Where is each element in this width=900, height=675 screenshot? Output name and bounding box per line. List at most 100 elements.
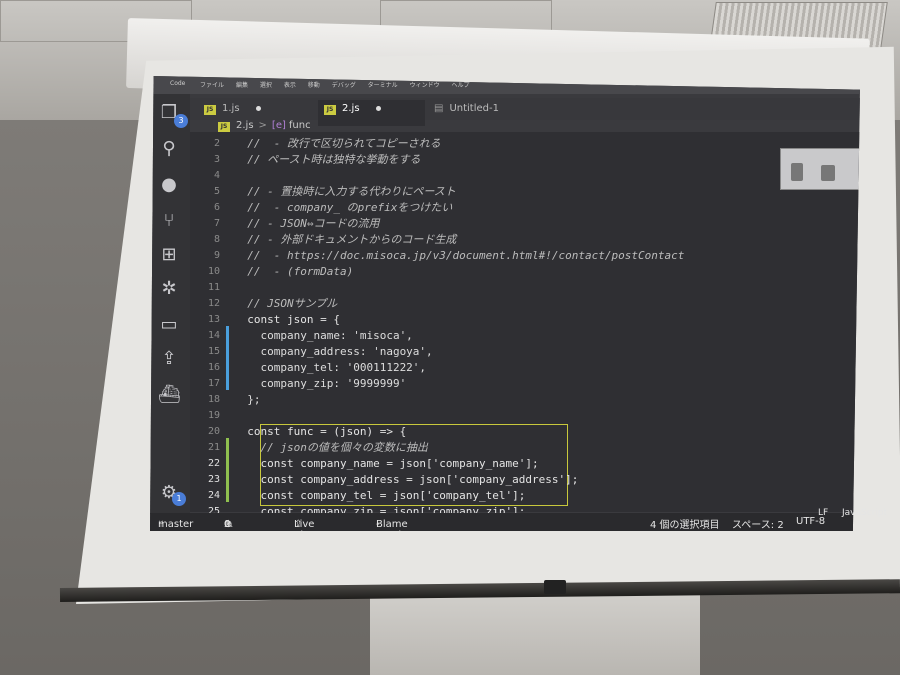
line-number: 7: [213, 218, 220, 229]
menu-help[interactable]: ヘルプ: [452, 82, 470, 89]
debug-icon[interactable]: ✲: [158, 278, 180, 300]
settings-badge: 1: [172, 492, 186, 506]
live-share-icon[interactable]: ⇪: [158, 348, 180, 370]
code-text: // - JSON⇔コードの流用: [234, 217, 380, 230]
indentation-setting[interactable]: スペース: 2: [732, 516, 784, 531]
code-text: const func = (json) => {: [234, 425, 407, 438]
function-icon: [e]: [271, 120, 286, 131]
extensions-icon[interactable]: ⊞: [158, 244, 180, 266]
js-file-icon: JS: [218, 122, 230, 132]
code-line[interactable]: 22 const company_name = json['company_na…: [190, 456, 850, 472]
code-text: const company_tel = json['company_tel'];: [234, 489, 526, 502]
line-number: 5: [213, 186, 220, 197]
code-text: // - https://doc.misoca.jp/v3/document.h…: [234, 249, 685, 262]
code-text: // JSONサンプル: [234, 297, 338, 310]
code-line[interactable]: 11: [190, 280, 850, 296]
breadcrumb: JS 2.js > [e] func: [218, 120, 311, 132]
tab-untitled-1[interactable]: ▤ Untitled-1: [428, 100, 550, 126]
screen-pull-grip: [544, 580, 566, 594]
menu-window[interactable]: ウィンドウ: [410, 82, 440, 89]
code-line[interactable]: 13 const json = {: [190, 312, 850, 328]
code-text: const json = {: [234, 313, 340, 326]
line-number: 18: [207, 394, 220, 405]
tab-bar: JS 1.js JS 2.js ▤ Untitled-1: [190, 98, 860, 126]
code-line[interactable]: 16 company_tel: '000111222',: [190, 360, 850, 376]
code-line[interactable]: 18 };: [190, 392, 850, 408]
eol-setting[interactable]: LF: [818, 508, 828, 518]
code-line[interactable]: 4: [190, 168, 850, 184]
breadcrumb-file[interactable]: 2.js: [236, 120, 254, 131]
line-number: 16: [207, 362, 220, 373]
line-number: 10: [207, 266, 220, 277]
code-text: company_tel: '000111222',: [234, 361, 427, 374]
code-line[interactable]: 20 const func = (json) => {: [190, 424, 850, 440]
unsaved-dot-icon[interactable]: [375, 105, 381, 111]
menu-file[interactable]: ファイル: [200, 82, 224, 89]
code-line[interactable]: 15 company_address: 'nagoya',: [190, 344, 850, 360]
code-line[interactable]: 3 // ペースト時は独特な挙動をする: [190, 152, 850, 168]
code-line[interactable]: 14 company_name: 'misoca',: [190, 328, 850, 344]
code-line[interactable]: 2 // - 改行で区切られてコピーされる: [190, 136, 850, 152]
docker-icon[interactable]: ⛴: [158, 384, 181, 406]
menu-selection[interactable]: 選択: [260, 82, 272, 89]
code-line[interactable]: 7 // - JSON⇔コードの流用: [190, 216, 850, 232]
code-line[interactable]: 8 // - 外部ドキュメントからのコード生成: [190, 232, 850, 248]
line-number: 4: [213, 170, 220, 181]
js-file-icon: JS: [204, 105, 216, 115]
code-line[interactable]: 24 const company_tel = json['company_tel…: [190, 488, 850, 504]
line-number: 12: [207, 298, 220, 309]
menu-view[interactable]: 表示: [284, 82, 296, 89]
menu-edit[interactable]: 編集: [236, 82, 248, 89]
tab-label: Untitled-1: [449, 103, 499, 114]
breadcrumb-symbol[interactable]: func: [289, 120, 311, 131]
code-line[interactable]: 12 // JSONサンプル: [190, 296, 850, 312]
tab-2-js[interactable]: JS 2.js: [318, 100, 425, 126]
tab-label: 1.js: [222, 103, 240, 114]
person-figure: [821, 165, 835, 181]
code-line[interactable]: 6 // - company_ のprefixをつけたい: [190, 200, 850, 216]
github-icon[interactable]: ●: [158, 174, 180, 196]
line-number: 3: [213, 154, 220, 165]
line-number: 20: [207, 426, 220, 437]
folder-icon[interactable]: ▭: [158, 314, 180, 336]
code-editor[interactable]: 2 // - 改行で区切られてコピーされる 3 // ペースト時は独特な挙動をする…: [190, 132, 860, 531]
language-mode[interactable]: JavaScript: [842, 508, 887, 518]
menu-go[interactable]: 移動: [308, 82, 320, 89]
line-number: 15: [207, 346, 220, 357]
file-icon: ▤: [434, 103, 444, 114]
line-number: 13: [207, 314, 220, 325]
line-number: 23: [207, 474, 220, 485]
code-line[interactable]: 23 const company_address = json['company…: [190, 472, 850, 488]
code-line[interactable]: 9 // - https://doc.misoca.jp/v3/document…: [190, 248, 850, 264]
code-line[interactable]: 19: [190, 408, 850, 424]
menu-debug[interactable]: デバッグ: [332, 82, 356, 89]
code-line[interactable]: 10 // - (formData): [190, 264, 850, 280]
code-text: company_address: 'nagoya',: [234, 345, 433, 358]
code-text: // - (formData): [234, 265, 354, 278]
line-number: 8: [213, 234, 220, 245]
code-text: // ペースト時は独特な挙動をする: [234, 153, 421, 166]
app-menu[interactable]: Code: [170, 80, 185, 87]
webcam-overlay: [780, 148, 860, 190]
code-line[interactable]: 21 // jsonの値を個々の変数に抽出: [190, 440, 850, 456]
selection-count[interactable]: 4 個の選択項目: [650, 516, 720, 531]
activity-bar: ❐ 3 ⚲ ● ⑂ ⊞ ✲ ▭ ⇪ ⛴ ⚙ 1: [150, 94, 190, 514]
line-number: 22: [207, 458, 220, 469]
line-number: 19: [207, 410, 220, 421]
line-number: 17: [207, 378, 220, 389]
line-number: 2: [213, 138, 220, 149]
code-text: company_name: 'misoca',: [234, 329, 413, 342]
source-control-icon[interactable]: ⑂: [158, 210, 180, 232]
search-icon[interactable]: ⚲: [158, 138, 180, 160]
code-line[interactable]: 5 // - 置換時に入力する代わりにペースト: [190, 184, 850, 200]
code-text: const company_name = json['company_name'…: [234, 457, 539, 470]
unsaved-dot-icon[interactable]: [255, 105, 261, 111]
tab-label: 2.js: [342, 103, 360, 114]
code-text: };: [234, 393, 261, 406]
code-line[interactable]: 17 company_zip: '9999999': [190, 376, 850, 392]
explorer-badge: 3: [174, 114, 188, 128]
menu-terminal[interactable]: ターミナル: [368, 82, 398, 89]
line-number: 14: [207, 330, 220, 341]
vscode-window: Code ファイル 編集 選択 表示 移動 デバッグ ターミナル ウィンドウ ヘ…: [150, 76, 860, 531]
code-text: company_zip: '9999999': [234, 377, 407, 390]
